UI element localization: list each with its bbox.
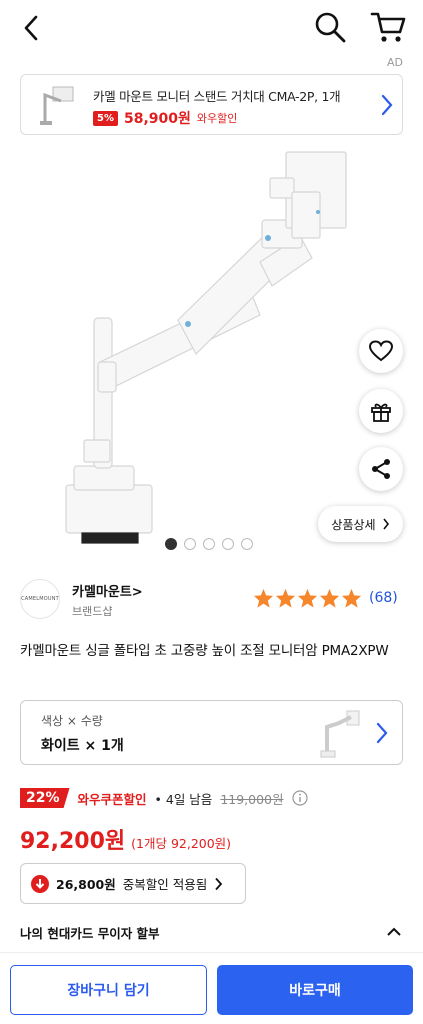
buy-now-button[interactable]: 바로구매 (217, 965, 413, 1015)
carousel-dots (165, 538, 253, 550)
ad-product-title: 카멜 마운트 모니터 스탠드 거치대 CMA-2P, 1개 (93, 89, 341, 104)
gift-button[interactable] (359, 389, 403, 433)
final-price: 92,200원 (20, 829, 126, 854)
duplicate-discount-text: 중복할인 적용됨 (122, 877, 208, 892)
review-count: (68) (369, 590, 398, 606)
brand-logo[interactable]: CAMELMOUNT (20, 579, 60, 619)
brand-name-link[interactable]: 카멜마운트> (72, 581, 143, 600)
original-price: 119,000원 (220, 791, 284, 807)
info-icon[interactable] (291, 790, 308, 806)
ad-banner[interactable]: 카멜 마운트 모니터 스탠드 거치대 CMA-2P, 1개 5% 58,900원… (20, 74, 403, 135)
bottom-action-bar: 장바구니 담기 바로구매 (0, 952, 423, 1024)
discount-percent-badge: 22% (20, 788, 70, 808)
star-icon (275, 588, 296, 608)
option-label: 색상 × 수량 (41, 714, 103, 728)
search-button[interactable] (313, 10, 347, 44)
unit-price: (1개당 92,200원) (131, 836, 232, 851)
share-button[interactable] (359, 447, 403, 491)
ad-price: 58,900원 (123, 111, 191, 127)
ad-discount-label: 와우할인 (196, 112, 238, 125)
gift-icon (371, 403, 391, 422)
product-detail-label: 상품상세 (331, 517, 376, 532)
chevron-right-icon (382, 518, 389, 530)
product-name: 카멜마운트 싱글 폴타입 초 고중량 높이 조절 모니터암 PMA2XPW (20, 643, 389, 659)
option-value: 화이트 × 1개 (41, 738, 124, 754)
star-icon (341, 588, 362, 608)
chevron-right-icon (215, 877, 223, 890)
cart-button[interactable] (370, 10, 406, 44)
carousel-dot[interactable] (184, 538, 196, 550)
top-bar (0, 0, 423, 56)
search-icon (315, 12, 346, 43)
add-to-cart-button[interactable]: 장바구니 담기 (10, 965, 207, 1015)
option-thumbnail (320, 710, 360, 758)
duplicate-discount-button[interactable]: 26,800원 중복할인 적용됨 (20, 863, 246, 904)
star-icon (297, 588, 318, 608)
coupon-row: 22% 와우쿠폰할인 • 4일 남음 119,000원 (20, 788, 308, 808)
carousel-dot[interactable] (222, 538, 234, 550)
card-installment-label[interactable]: 나의 현대카드 무이자 할부 (20, 923, 160, 942)
wishlist-button[interactable] (359, 329, 403, 373)
carousel-dot[interactable] (241, 538, 253, 550)
chevron-right-icon (381, 94, 393, 116)
star-icon (319, 588, 340, 608)
down-arrow-icon (31, 874, 49, 893)
brand-shop-label: 브랜드샵 (72, 605, 113, 618)
chevron-up-icon[interactable] (386, 927, 402, 937)
back-button[interactable] (16, 12, 46, 44)
ad-product-thumbnail (40, 86, 74, 125)
option-selector[interactable]: 색상 × 수량 화이트 × 1개 (20, 700, 403, 765)
coupon-remaining: • 4일 남음 (154, 791, 213, 807)
product-detail-button[interactable]: 상품상세 (318, 506, 403, 542)
share-icon (372, 459, 390, 479)
ad-price-row: 5% 58,900원 와우할인 (93, 108, 237, 128)
coupon-name: 와우쿠폰할인 (77, 791, 147, 807)
final-price-row: 92,200원 (1개당 92,200원) (20, 823, 231, 855)
carousel-dot[interactable] (203, 538, 215, 550)
duplicate-discount-amount: 26,800원 (56, 877, 116, 892)
chevron-right-icon (376, 722, 388, 744)
ad-discount-badge: 5% (93, 110, 118, 126)
carousel-dot[interactable] (165, 538, 177, 550)
rating[interactable]: (68) (253, 588, 398, 608)
ad-label: AD (387, 56, 403, 69)
heart-icon (369, 340, 393, 362)
star-icon (253, 588, 274, 608)
cart-icon (370, 12, 406, 42)
chevron-left-icon (24, 15, 38, 41)
